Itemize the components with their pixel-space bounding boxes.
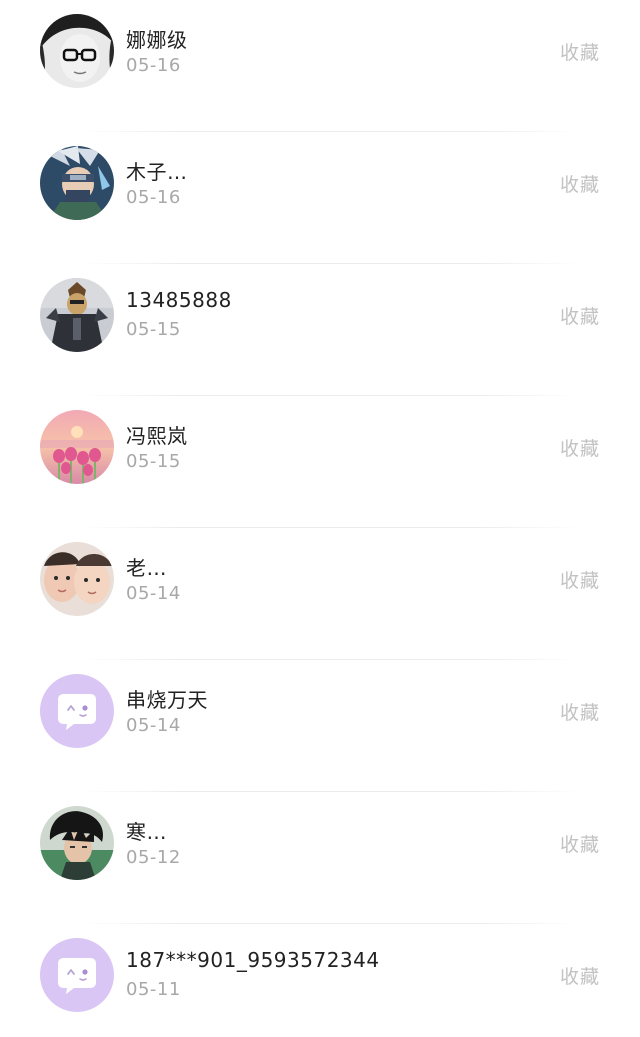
avatar[interactable]: [40, 146, 114, 220]
favorite-button[interactable]: 收藏: [560, 962, 600, 989]
favorite-button[interactable]: 收藏: [560, 170, 600, 197]
children-faces-avatar: [40, 542, 114, 616]
avatar[interactable]: [40, 938, 114, 1012]
list-item[interactable]: 冯熙岚 05-15 收藏: [0, 396, 640, 528]
avatar[interactable]: [40, 14, 114, 88]
item-date: 05-16: [126, 187, 181, 208]
item-date: 05-16: [126, 55, 181, 76]
bw-glasses-girl-avatar: [40, 14, 114, 88]
favorite-button[interactable]: 收藏: [560, 830, 600, 857]
list-item[interactable]: 串烧万天 05-14 收藏: [0, 660, 640, 792]
item-date: 05-15: [126, 319, 181, 340]
item-date: 05-11: [126, 979, 181, 1000]
avatar[interactable]: [40, 674, 114, 748]
favorite-button[interactable]: 收藏: [560, 302, 600, 329]
contact-name: 木子…: [126, 160, 188, 184]
avatar[interactable]: [40, 806, 114, 880]
contact-name: 13485888: [126, 288, 232, 312]
list-item[interactable]: 木子… 05-16 收藏: [0, 132, 640, 264]
list-item[interactable]: 老… 05-14 收藏: [0, 528, 640, 660]
item-date: 05-12: [126, 847, 181, 868]
item-date: 05-15: [126, 451, 181, 472]
contact-name: 187***901_9593572344: [126, 948, 380, 972]
list-item[interactable]: 13485888 05-15 收藏: [0, 264, 640, 396]
favorite-button[interactable]: 收藏: [560, 38, 600, 65]
list-item[interactable]: 187***901_9593572344 05-11 收藏: [0, 924, 640, 1037]
masked-figure-avatar: [40, 278, 114, 352]
item-date: 05-14: [126, 583, 181, 604]
favorites-list: 娜娜级 05-16 收藏 木子… 05-16 收藏 13485888 05-15…: [0, 0, 640, 1037]
contact-name: 冯熙岚: [126, 424, 188, 448]
avatar[interactable]: [40, 410, 114, 484]
contact-name: 老…: [126, 556, 167, 580]
contact-name: 娜娜级: [126, 28, 188, 52]
contact-name: 寒…: [126, 820, 167, 844]
anime-ninja-avatar: [40, 146, 114, 220]
tulips-sunset-avatar: [40, 410, 114, 484]
avatar[interactable]: [40, 542, 114, 616]
default-chat-bubble-avatar: [40, 938, 114, 1012]
favorite-button[interactable]: 收藏: [560, 566, 600, 593]
item-date: 05-14: [126, 715, 181, 736]
default-chat-bubble-avatar: [40, 674, 114, 748]
list-item[interactable]: 娜娜级 05-16 收藏: [0, 0, 640, 132]
anime-boy-avatar: [40, 806, 114, 880]
favorite-button[interactable]: 收藏: [560, 434, 600, 461]
contact-name: 串烧万天: [126, 688, 208, 712]
avatar[interactable]: [40, 278, 114, 352]
favorite-button[interactable]: 收藏: [560, 698, 600, 725]
list-item[interactable]: 寒… 05-12 收藏: [0, 792, 640, 924]
